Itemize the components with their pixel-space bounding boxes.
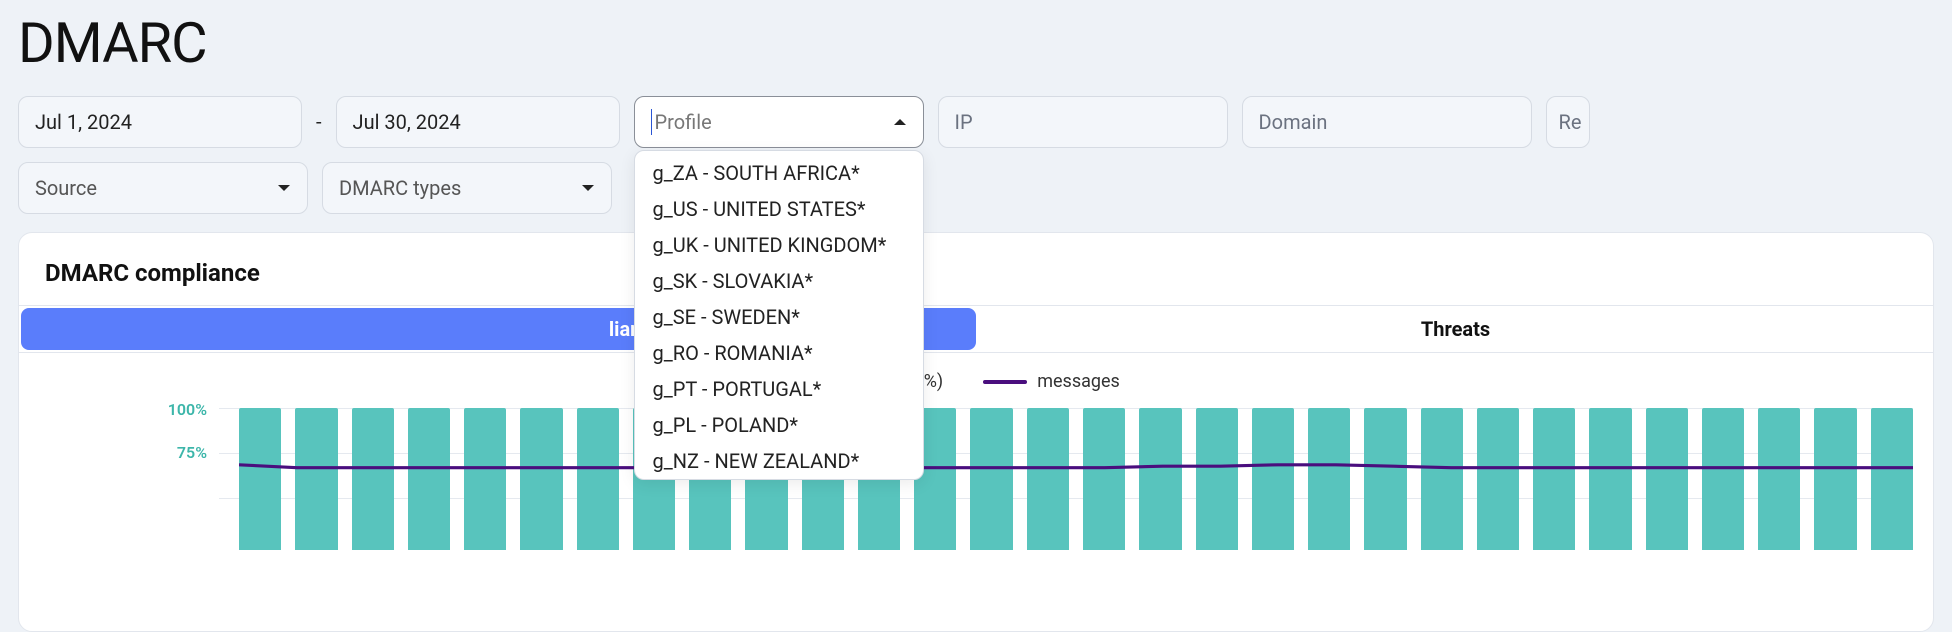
chart-area: 100% 75% — [19, 400, 1933, 550]
bar — [1589, 408, 1631, 550]
profile-option[interactable]: g_RO - ROMANIA* — [635, 335, 923, 371]
profile-option[interactable]: g_US - UNITED STATES* — [635, 191, 923, 227]
legend-messages: messages — [983, 371, 1120, 392]
y-tick-75: 75% — [149, 443, 207, 462]
bar-series — [239, 408, 1913, 550]
profile-option[interactable]: g_SK - SLOVAKIA* — [635, 263, 923, 299]
bar — [1646, 408, 1688, 550]
page-title: DMARC — [0, 0, 1952, 96]
chart-legend: rate (%) messages — [19, 353, 1933, 400]
dmarc-types-label: DMARC types — [339, 176, 461, 200]
extra-placeholder: Re — [1559, 110, 1582, 134]
tab-bar: liant Threats — [19, 305, 1933, 353]
bar — [1027, 408, 1069, 550]
legend-messages-swatch — [983, 380, 1027, 384]
chevron-up-icon — [893, 117, 907, 127]
y-axis: 100% 75% — [149, 400, 207, 462]
bar — [1702, 408, 1744, 550]
bar — [577, 408, 619, 550]
chevron-down-icon — [277, 183, 291, 193]
bar — [1758, 408, 1800, 550]
profile-option[interactable]: g_SE - SWEDEN* — [635, 299, 923, 335]
bar — [1477, 408, 1519, 550]
filter-bar-row1: Jul 1, 2024 - Jul 30, 2024 Profile g_ZA … — [0, 96, 1952, 162]
bar — [1139, 408, 1181, 550]
filter-bar-row2: Source DMARC types — [0, 162, 1952, 232]
ip-input[interactable]: IP — [938, 96, 1228, 148]
bar — [408, 408, 450, 550]
domain-input[interactable]: Domain — [1242, 96, 1532, 148]
profile-option[interactable]: g_NZ - NEW ZEALAND* — [635, 443, 923, 479]
dmarc-types-select[interactable]: DMARC types — [322, 162, 612, 214]
date-from-field[interactable]: Jul 1, 2024 — [18, 96, 302, 148]
source-select[interactable]: Source — [18, 162, 308, 214]
bar — [1196, 408, 1238, 550]
panel-title: DMARC compliance — [19, 259, 1933, 305]
profile-option[interactable]: g_PL - POLAND* — [635, 407, 923, 443]
date-to-field[interactable]: Jul 30, 2024 — [336, 96, 620, 148]
bar — [1083, 408, 1125, 550]
bar — [464, 408, 506, 550]
profile-placeholder: Profile — [651, 110, 712, 134]
legend-messages-label: messages — [1037, 371, 1120, 392]
chevron-down-icon — [581, 183, 595, 193]
bar — [1533, 408, 1575, 550]
y-tick-100: 100% — [149, 400, 207, 419]
domain-placeholder: Domain — [1259, 110, 1328, 134]
bar — [1308, 408, 1350, 550]
bar — [1814, 408, 1856, 550]
compliance-panel: DMARC compliance liant Threats rate (%) … — [18, 232, 1934, 632]
source-label: Source — [35, 176, 97, 200]
ip-placeholder: IP — [955, 110, 973, 134]
bar — [970, 408, 1012, 550]
bar — [295, 408, 337, 550]
profile-select[interactable]: Profile — [634, 96, 924, 148]
bar — [239, 408, 281, 550]
bar — [1364, 408, 1406, 550]
bar — [1421, 408, 1463, 550]
profile-dropdown: g_ZA - SOUTH AFRICA* g_US - UNITED STATE… — [634, 150, 924, 480]
extra-input[interactable]: Re — [1546, 96, 1590, 148]
profile-option[interactable]: g_PT - PORTUGAL* — [635, 371, 923, 407]
tab-threats[interactable]: Threats — [978, 306, 1933, 352]
text-cursor — [651, 109, 652, 135]
tab-compliant-label: liant — [349, 317, 648, 341]
bar — [1871, 408, 1913, 550]
profile-option[interactable]: g_UK - UNITED KINGDOM* — [635, 227, 923, 263]
profile-option[interactable]: g_ZA - SOUTH AFRICA* — [635, 155, 923, 191]
bar — [520, 408, 562, 550]
date-range-dash: - — [316, 110, 322, 134]
profile-select-wrapper: Profile g_ZA - SOUTH AFRICA* g_US - UNIT… — [634, 96, 924, 148]
date-to-value: Jul 30, 2024 — [353, 110, 461, 134]
tab-threats-label: Threats — [1421, 317, 1490, 341]
date-from-value: Jul 1, 2024 — [35, 110, 132, 134]
bar — [1252, 408, 1294, 550]
bar — [352, 408, 394, 550]
